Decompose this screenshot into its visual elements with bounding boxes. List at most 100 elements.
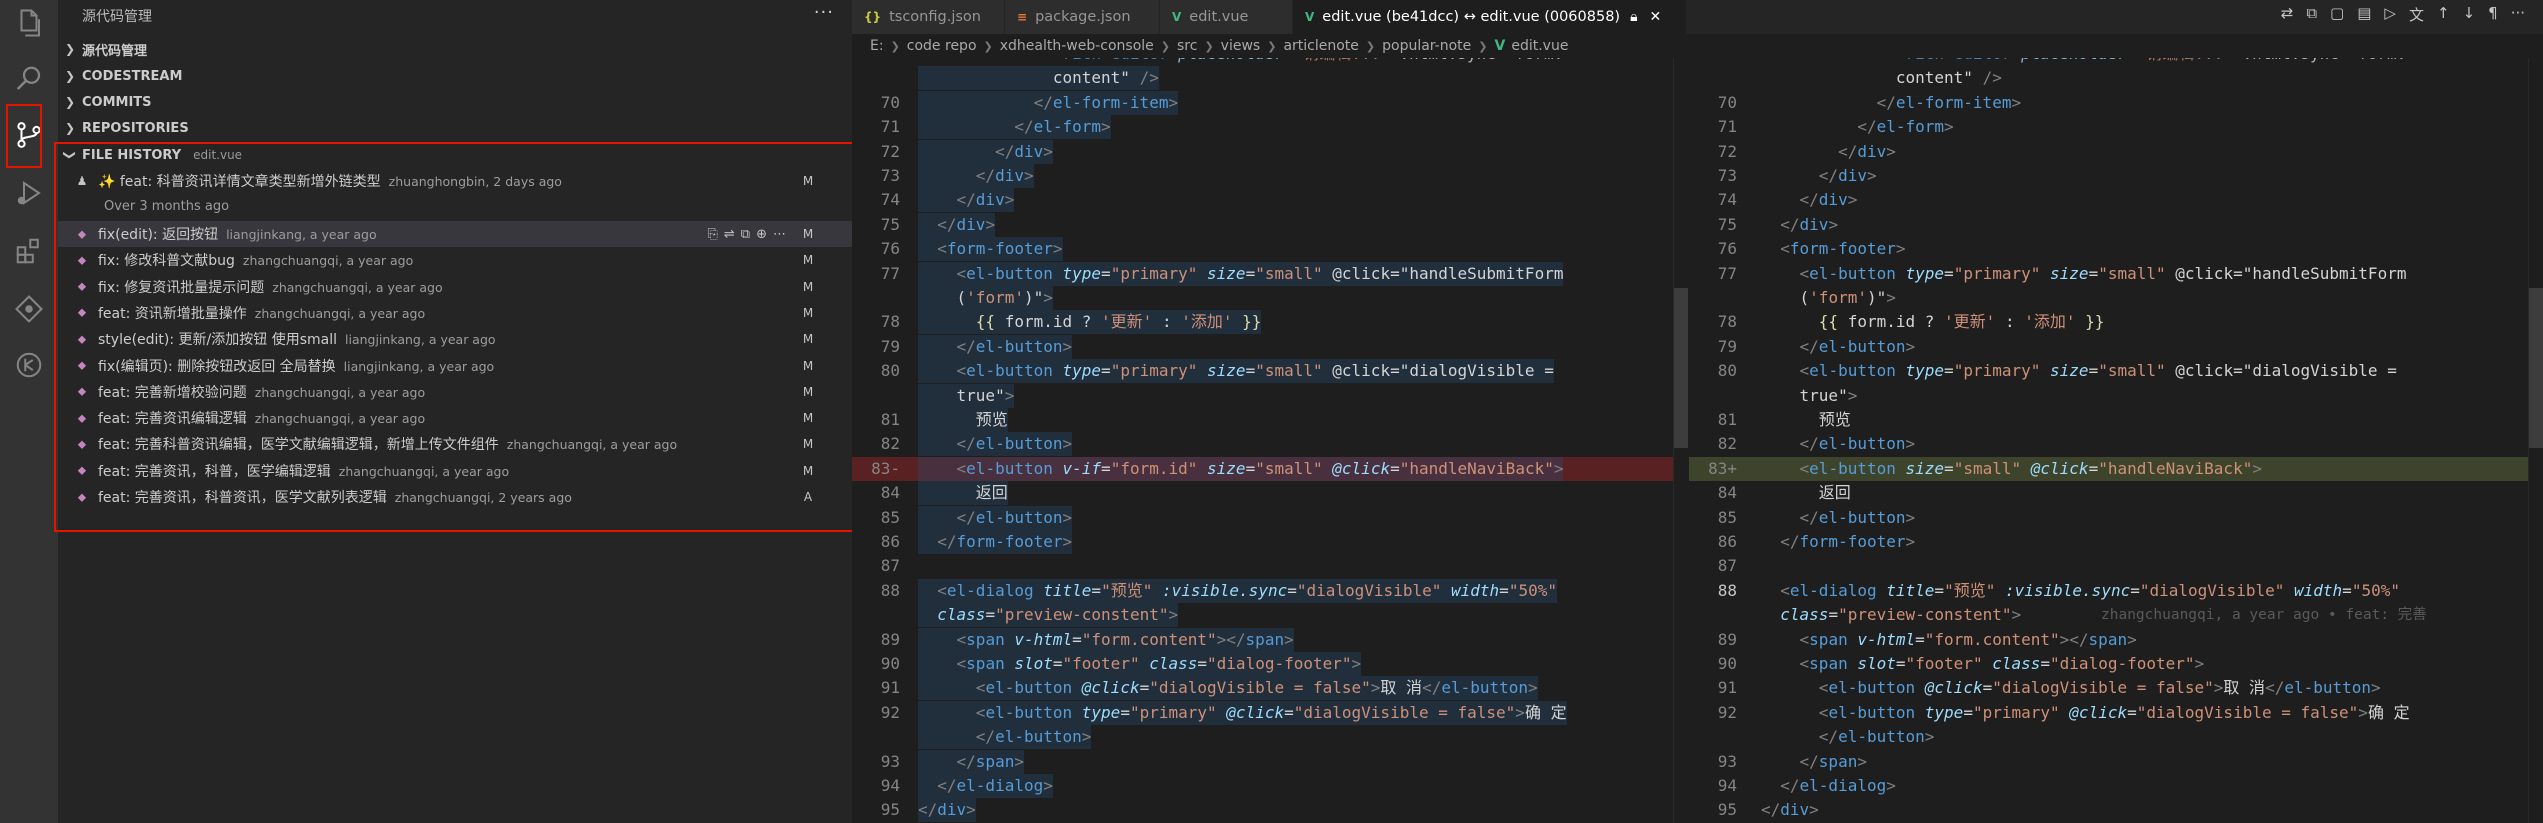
breadcrumb-item[interactable]: src	[1177, 38, 1197, 54]
line-number: 94	[880, 776, 900, 795]
code-text: </div>	[1799, 190, 1858, 210]
commit-row[interactable]: ⬥ feat: 完善科普资讯编辑，医学文献编辑逻辑，新增上传文件组件 zhangch…	[58, 431, 852, 457]
breadcrumb-item[interactable]: code repo	[907, 38, 977, 54]
commit-row[interactable]: ⬥ feat: 完善资讯编辑逻辑 zhangchuangqi, a year ago…	[58, 405, 852, 431]
code-text: <span v-html="form.content"></span>	[918, 627, 1294, 652]
diff-editor-modified[interactable]: <rich-editor placeholder="请编辑..." :html.…	[1689, 58, 2543, 823]
status-badge: M	[802, 332, 814, 347]
commit-row[interactable]: ⬥ fix(edit): 返回按钮 liangjinkang, a year ago…	[58, 221, 852, 247]
chevron-right-icon: ❯	[64, 42, 76, 56]
code-text: 返回	[1761, 483, 1851, 503]
code-text: </div>	[918, 164, 1034, 188]
run-icon[interactable]: ▷	[2384, 4, 2396, 25]
more-actions-icon[interactable]: ···	[2511, 4, 2525, 25]
open-changes-icon[interactable]: ⇄	[2281, 4, 2294, 25]
commit-row[interactable]: ⬥ style(edit): 更新/添加按钮 使用small liangjinkan…	[58, 326, 852, 352]
commit-icon: ⬥	[77, 331, 87, 346]
section-scm[interactable]: ❯ 源代码管理	[58, 36, 852, 62]
code-line: ('form')">	[1689, 286, 2543, 310]
scrollbar[interactable]	[2528, 58, 2543, 823]
status-badge: A	[803, 490, 813, 504]
git-lens-icon[interactable]	[12, 292, 46, 326]
code-text: </form-footer>	[918, 530, 1073, 554]
explorer-icon[interactable]	[12, 6, 46, 40]
tab-package[interactable]: ≡ package.json	[1005, 0, 1160, 34]
line-number: 95	[880, 800, 900, 820]
code-line: 82 </el-button>	[1689, 432, 2543, 456]
breadcrumb-item[interactable]: edit.vue	[1511, 38, 1568, 54]
translate-icon[interactable]: 文	[2409, 4, 2424, 25]
status-badge: M	[802, 384, 814, 399]
copy-icon[interactable]: ⧉	[2306, 4, 2317, 25]
line-number: 74	[1717, 190, 1737, 210]
commit-message: fix(编辑页): 删除按钮改返回 全局替换	[98, 358, 336, 375]
tab-edit-vue[interactable]: V edit.vue	[1160, 0, 1293, 34]
open-file-icon[interactable]: ▢	[2330, 4, 2344, 25]
line-number: 85	[880, 507, 900, 527]
search-icon[interactable]	[12, 62, 46, 96]
line-number: 92	[880, 702, 900, 722]
section-codestream[interactable]: ❯ CODESTREAM	[58, 63, 852, 89]
codestream-icon[interactable]	[12, 348, 46, 382]
scrollbar[interactable]	[1673, 58, 1688, 823]
commit-row[interactable]: ⬥ feat: 完善新增校验问题 zhangchuangqi, a year ago…	[58, 379, 852, 405]
commit-icon: ⬥	[77, 463, 87, 478]
line-number: 94	[1717, 776, 1737, 795]
line-number: 88	[1717, 580, 1737, 600]
open-file-icon[interactable]: ▤	[2357, 4, 2371, 25]
commit-meta: zhangchuangqi, a year ago	[254, 411, 426, 427]
commit-row[interactable]: ⬥ feat: 完善资讯，科普，医学编辑逻辑 zhangchuangqi, a ye…	[58, 458, 852, 484]
extensions-icon[interactable]	[12, 234, 46, 268]
code-text: <el-button size="small" @click="handleNa…	[1799, 458, 2262, 478]
commit-row[interactable]: ⬥ feat: 完善资讯，科普资讯，医学文献列表逻辑 zhangchuangqi, …	[58, 484, 852, 510]
section-commits[interactable]: ❯ COMMITS	[58, 89, 852, 115]
run-debug-icon[interactable]	[12, 176, 46, 210]
code-line: 87	[1689, 554, 2543, 578]
code-line: 87	[852, 554, 1688, 578]
code-text: <el-button @click="dialogVisible = false…	[918, 676, 1538, 701]
code-line: 92 <el-button type="primary" @click="dia…	[1689, 701, 2543, 725]
line-number: 76	[1717, 239, 1737, 259]
commit-message: feat: 完善新增校验问题	[98, 384, 247, 401]
more-icon[interactable]: ⋯	[773, 227, 786, 242]
commit-message: feat: 完善资讯，科普资讯，医学文献列表逻辑	[98, 490, 387, 506]
lock-icon: 🔒︎	[1630, 9, 1638, 25]
code-text: </el-dialog>	[1780, 776, 1896, 795]
status-badge: M	[802, 358, 814, 373]
more-actions-icon[interactable]: ···	[814, 2, 834, 23]
code-line: 73 </div>	[852, 164, 1688, 188]
code-text: </div>	[918, 212, 996, 237]
list-item[interactable]: ♟ ✨ feat: 科普资讯详情文章类型新增外链类型 zhuanghongbin,…	[58, 168, 852, 194]
code-line: class="preview-constent">	[852, 603, 1688, 628]
code-text: content" />	[918, 66, 1159, 91]
commit-message: feat: 完善资讯编辑逻辑	[98, 411, 247, 428]
commit-row[interactable]: ⬥ fix(编辑页): 删除按钮改返回 全局替换 liangjinkang, a y…	[58, 353, 852, 379]
breadcrumb-item[interactable]: views	[1221, 38, 1261, 54]
code-line: 91 <el-button @click="dialogVisible = fa…	[1689, 676, 2543, 700]
copy-icon[interactable]: ⧉	[741, 227, 750, 242]
next-change-icon[interactable]: ↓	[2463, 4, 2476, 25]
line-number: 70	[880, 92, 900, 112]
status-badge: M	[802, 305, 814, 320]
breadcrumb-item[interactable]: articlenote	[1283, 38, 1358, 54]
breadcrumb-item[interactable]: popular-note	[1382, 38, 1471, 54]
tab-diff-edit-vue[interactable]: V edit.vue (be41dcc) ↔ edit.vue (0060858…	[1293, 0, 1687, 34]
commit-row[interactable]: ⬥ fix: 修改科普文献bug zhangchuangqi, a year ago…	[58, 247, 852, 273]
section-repositories[interactable]: ❯ REPOSITORIES	[58, 115, 852, 141]
breadcrumb-item[interactable]: xdhealth-web-console	[1000, 38, 1154, 54]
line-number: 73	[880, 166, 900, 185]
open-file-icon[interactable]: ⎘	[707, 227, 717, 242]
diff-editor-original[interactable]: <rich-editor placeholder="请编辑..." :html.…	[852, 58, 1688, 823]
commit-row[interactable]: ⬥ feat: 资讯新增批量操作 zhangchuangqi, a year ago…	[58, 300, 852, 326]
compare-icon[interactable]: ⇌	[724, 227, 735, 242]
chevron-right-icon: ❯	[64, 121, 76, 135]
breadcrumb-item[interactable]: E:	[870, 38, 884, 54]
commit-row[interactable]: ⬥ fix: 修复资讯批量提示问题 zhangchuangqi, a year ag…	[58, 274, 852, 300]
toggle-whitespace-icon[interactable]: ¶	[2488, 4, 2498, 25]
close-icon[interactable]: ✕	[1650, 9, 1662, 25]
line-number: 87	[880, 556, 900, 576]
tab-tsconfig[interactable]: {} tsconfig.json	[852, 0, 1005, 34]
previous-change-icon[interactable]: ↑	[2437, 4, 2450, 25]
code-line: 72 </div>	[852, 139, 1688, 164]
globe-icon[interactable]: ⊕	[756, 227, 767, 242]
